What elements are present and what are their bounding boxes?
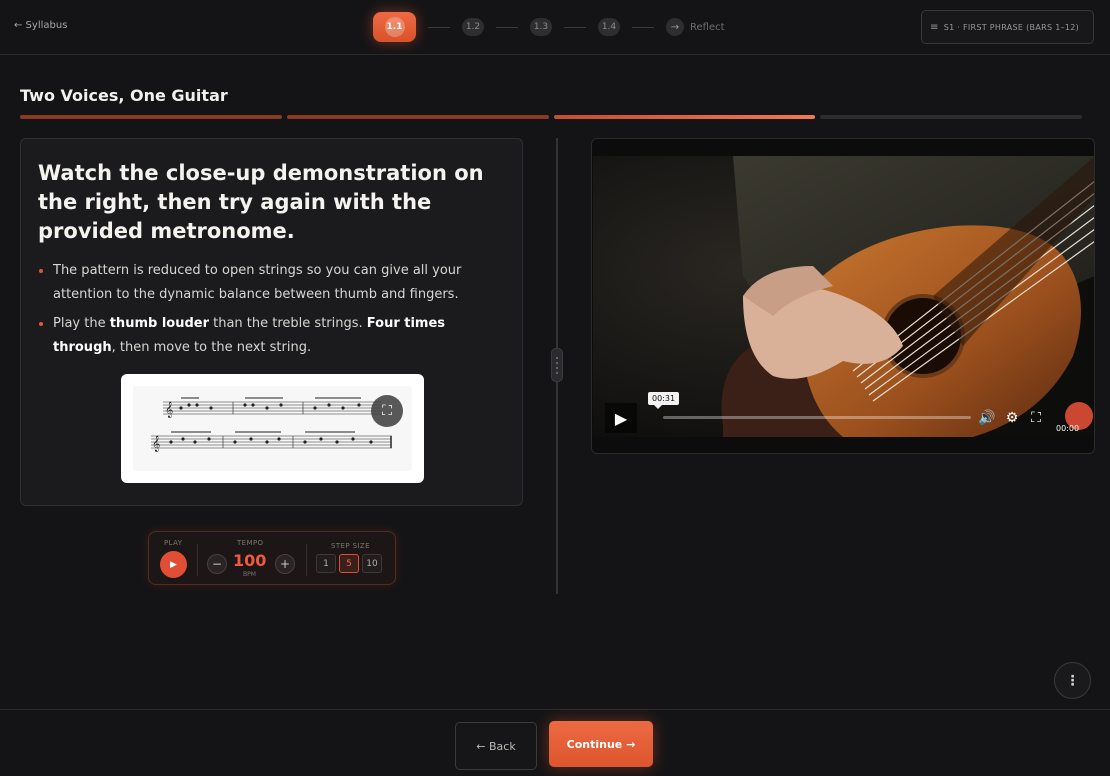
video-scrubber[interactable] xyxy=(663,416,971,419)
metronome-widget: PLAY ▶ TEMPO − 100 BPM + STEP SIZE 1 5 1… xyxy=(148,531,396,585)
reflect-label: Reflect xyxy=(690,21,725,33)
volume-icon[interactable]: 🔊 xyxy=(978,409,996,427)
bottom-bar: ← Back Continue → xyxy=(0,709,1110,776)
settings-gear-icon[interactable]: ⚙ xyxy=(1003,409,1021,427)
menu-icon: ≡ xyxy=(930,21,939,33)
step-connector xyxy=(632,26,654,28)
arrow-right-icon: → xyxy=(666,18,684,36)
step-1-4[interactable]: 1.4 xyxy=(598,18,620,36)
progress-segment xyxy=(820,115,1082,119)
step-size-label: STEP SIZE xyxy=(331,542,370,550)
fullscreen-icon[interactable]: ⛶ xyxy=(1027,409,1045,427)
back-button[interactable]: ← Back xyxy=(455,722,537,770)
progress-segment xyxy=(20,115,282,119)
demo-video-player[interactable]: ▶ 00:31 🔊 ⚙ ⛶ 00:00 xyxy=(591,138,1095,454)
step-size-10[interactable]: 10 xyxy=(362,554,382,573)
seek-tooltip: 00:31 xyxy=(648,392,680,409)
metronome-play-button[interactable]: ▶ xyxy=(160,551,187,578)
lesson-progress xyxy=(20,115,1082,119)
instruction-card: Watch the close-up demonstration on the … xyxy=(20,138,523,506)
more-options-icon[interactable]: ⋮ xyxy=(1054,662,1091,699)
step-1-2[interactable]: 1.2 xyxy=(462,18,484,36)
section-menu-button[interactable]: ≡ S1 · FIRST PHRASE (BARS 1–12) xyxy=(921,10,1094,44)
syllabus-back-link[interactable]: ← Syllabus xyxy=(14,20,67,31)
section-label: S1 · FIRST PHRASE (BARS 1–12) xyxy=(943,22,1080,32)
step-connector xyxy=(496,26,518,28)
step-1-3[interactable]: 1.3 xyxy=(530,18,552,36)
tempo-label: TEMPO xyxy=(237,539,264,547)
svg-text:𝄞: 𝄞 xyxy=(152,436,160,452)
progress-segment-current xyxy=(553,115,816,119)
list-item: Play the thumb louder than the treble st… xyxy=(38,312,508,360)
step-size-1[interactable]: 1 xyxy=(316,554,336,573)
score-image: 𝄞 𝄞 xyxy=(133,386,412,471)
video-controls: ▶ 00:31 🔊 ⚙ ⛶ 00:00 xyxy=(599,392,1093,433)
bullet-text: than the treble strings. xyxy=(209,316,367,331)
divider xyxy=(306,544,307,576)
play-label: PLAY xyxy=(164,539,183,547)
tempo-increase-button[interactable]: + xyxy=(275,554,295,574)
bullet-emphasis: thumb louder xyxy=(109,316,209,331)
list-item: The pattern is reduced to open strings s… xyxy=(38,259,508,307)
step-connector xyxy=(564,26,586,28)
bullet-text: The pattern is reduced to open strings s… xyxy=(53,263,462,302)
instruction-list: The pattern is reduced to open strings s… xyxy=(38,259,508,365)
drag-handle-icon[interactable] xyxy=(551,348,563,382)
top-bar: ← Syllabus 1.1 1.2 1.3 1.4 → Reflect ≡ S… xyxy=(0,0,1110,55)
video-current-time: 00:00 xyxy=(1056,424,1080,433)
step-connector xyxy=(428,26,450,28)
fullscreen-icon[interactable]: ⛶ xyxy=(371,395,403,427)
bullet-text: , then move to the next string. xyxy=(111,340,312,355)
divider xyxy=(197,544,198,576)
video-play-icon[interactable]: ▶ xyxy=(605,403,637,433)
sheet-music: 𝄞 𝄞 ⛶ xyxy=(121,374,424,483)
tempo-decrease-button[interactable]: − xyxy=(207,554,227,574)
step-label: 1.1 xyxy=(384,17,405,37)
score-notation-icon: 𝄞 𝄞 xyxy=(151,397,392,452)
svg-text:𝄞: 𝄞 xyxy=(165,402,173,418)
step-reflect[interactable]: → Reflect xyxy=(666,18,725,36)
instruction-heading: Watch the close-up demonstration on the … xyxy=(38,161,484,243)
tempo-value: 100 xyxy=(233,551,267,570)
step-1-1[interactable]: 1.1 xyxy=(373,12,416,42)
progress-segment xyxy=(286,115,549,119)
continue-button[interactable]: Continue → xyxy=(549,721,653,767)
bullet-text: Play the xyxy=(53,316,110,331)
lesson-title: Two Voices, One Guitar xyxy=(20,86,228,105)
tempo-unit: BPM xyxy=(243,571,256,578)
step-size-5[interactable]: 5 xyxy=(339,554,359,573)
lesson-stepper: 1.1 1.2 1.3 1.4 → Reflect xyxy=(373,12,725,42)
